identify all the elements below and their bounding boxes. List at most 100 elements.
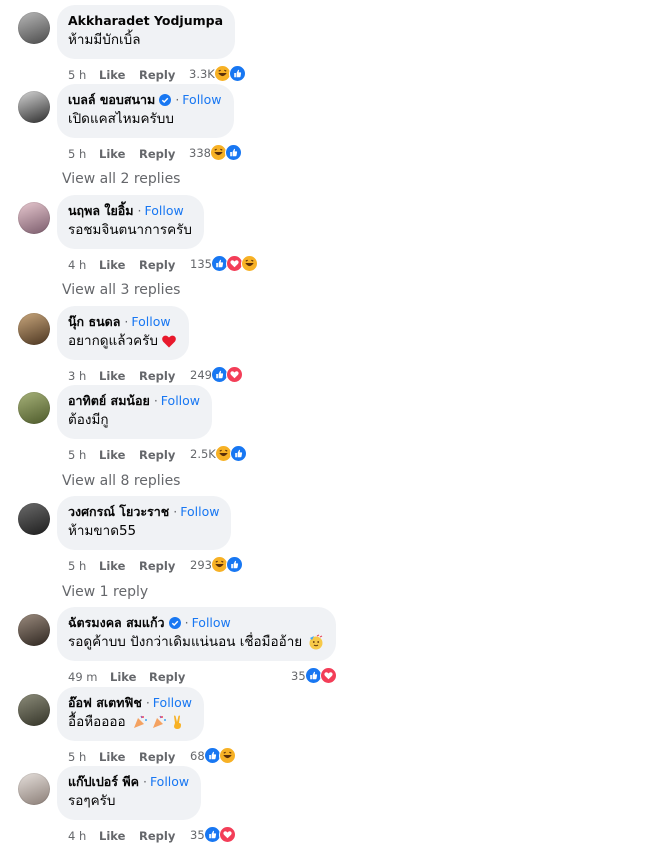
like-button[interactable]: Like xyxy=(110,669,136,685)
avatar[interactable] xyxy=(18,503,50,535)
haha-icon xyxy=(240,255,259,273)
victory-hand-icon xyxy=(170,714,186,730)
like-icon xyxy=(228,65,247,83)
author-name[interactable]: นุ๊ก ธนดล xyxy=(68,314,120,330)
reaction-count: 35 xyxy=(190,828,205,842)
timestamp[interactable]: 5 h xyxy=(68,447,86,463)
comment-text: รอๆครับ xyxy=(68,793,116,809)
reaction-summary[interactable]: 35 xyxy=(190,826,237,844)
like-button[interactable]: Like xyxy=(99,257,125,273)
view-replies-link[interactable]: View all 3 replies xyxy=(62,282,180,298)
reaction-count: 68 xyxy=(190,749,205,763)
timestamp[interactable]: 5 h xyxy=(68,749,86,765)
comment-text: ห้ามมีบักเบิ้ล xyxy=(68,32,141,48)
comment-bubble: อ๊อฟ สเตทฟิช · Follow อื้อหืออออ xyxy=(57,687,205,741)
like-icon xyxy=(229,445,248,463)
reaction-count: 35 xyxy=(291,669,306,683)
reaction-summary[interactable]: 2.5K xyxy=(190,445,248,463)
avatar[interactable] xyxy=(18,773,50,805)
love-icon xyxy=(225,366,244,384)
reaction-count: 249 xyxy=(190,368,212,382)
reaction-summary[interactable]: 338 xyxy=(189,144,243,162)
avatar[interactable] xyxy=(18,313,50,345)
love-icon xyxy=(218,826,237,844)
comment-text: รอดูค้าบบ ปังกว่าเดิมแน่นอน เชื่อมืออ้าย xyxy=(68,634,303,650)
reaction-summary[interactable]: 3.3K xyxy=(189,65,247,83)
reply-button[interactable]: Reply xyxy=(139,146,175,162)
reaction-summary[interactable]: 249 xyxy=(190,366,244,384)
reply-button[interactable]: Reply xyxy=(149,669,185,685)
author-name[interactable]: Akkharadet Yodjumpa xyxy=(68,13,223,29)
like-icon xyxy=(224,144,243,162)
reply-button[interactable]: Reply xyxy=(139,447,175,463)
timestamp[interactable]: 49 m xyxy=(68,669,98,685)
follow-button[interactable]: Follow xyxy=(131,314,170,330)
view-replies-link[interactable]: View all 8 replies xyxy=(62,473,180,489)
avatar[interactable] xyxy=(18,392,50,424)
reply-button[interactable]: Reply xyxy=(139,368,175,384)
reaction-count: 338 xyxy=(189,146,211,160)
follow-button[interactable]: Follow xyxy=(161,393,200,409)
follow-button[interactable]: Follow xyxy=(145,203,184,219)
view-replies-link[interactable]: View all 2 replies xyxy=(62,171,180,187)
like-button[interactable]: Like xyxy=(99,749,125,765)
haha-icon xyxy=(218,747,237,765)
reply-button[interactable]: Reply xyxy=(139,67,175,83)
verified-badge-icon xyxy=(159,94,172,106)
reply-button[interactable]: Reply xyxy=(139,749,175,765)
comment-text: ห้ามขาด55 xyxy=(68,523,137,539)
view-replies-link[interactable]: View 1 reply xyxy=(62,584,148,600)
follow-button[interactable]: Follow xyxy=(180,504,219,520)
follow-button[interactable]: Follow xyxy=(153,695,192,711)
author-name[interactable]: ฉัตรมงคล สมแก้ว xyxy=(68,615,165,631)
reaction-summary[interactable]: 35 xyxy=(291,667,338,685)
follow-button[interactable]: Follow xyxy=(150,774,189,790)
timestamp[interactable]: 5 h xyxy=(68,146,86,162)
avatar[interactable] xyxy=(18,12,50,44)
like-button[interactable]: Like xyxy=(99,146,125,162)
reply-button[interactable]: Reply xyxy=(139,828,175,844)
party-face-icon xyxy=(308,634,324,650)
timestamp[interactable]: 5 h xyxy=(68,67,86,83)
reaction-summary[interactable]: 293 xyxy=(190,556,244,574)
timestamp[interactable]: 5 h xyxy=(68,558,86,574)
comment-bubble: เบลล์ ขอบสนาม · Follow เปิดแคสไหมครับบ xyxy=(57,84,234,138)
author-name[interactable]: นฤพล ใยอิ้ม xyxy=(68,203,134,219)
follow-button[interactable]: Follow xyxy=(182,92,221,108)
author-name[interactable]: อ๊อฟ สเตทฟิช xyxy=(68,695,142,711)
author-name[interactable]: อาทิตย์ สมน้อย xyxy=(68,393,150,409)
reaction-count: 135 xyxy=(190,257,212,271)
author-name[interactable]: วงศกรณ์ โยวะราช xyxy=(68,504,169,520)
comment-bubble: ฉัตรมงคล สมแก้ว · Follow รอดูค้าบบ ปังกว… xyxy=(57,607,337,661)
avatar[interactable] xyxy=(18,91,50,123)
party-popper-icon xyxy=(132,714,148,730)
comment-text: เปิดแคสไหมครับบ xyxy=(68,111,174,127)
love-icon xyxy=(319,667,338,685)
timestamp[interactable]: 3 h xyxy=(68,368,86,384)
comment-text: อื้อหืออออ xyxy=(68,714,126,730)
like-button[interactable]: Like xyxy=(99,828,125,844)
reaction-count: 2.5K xyxy=(190,447,216,461)
author-name[interactable]: เบลล์ ขอบสนาม xyxy=(68,92,155,108)
avatar[interactable] xyxy=(18,694,50,726)
like-button[interactable]: Like xyxy=(99,67,125,83)
reaction-summary[interactable]: 135 xyxy=(190,255,259,273)
like-button[interactable]: Like xyxy=(99,368,125,384)
like-button[interactable]: Like xyxy=(99,558,125,574)
comment-bubble: อาทิตย์ สมน้อย · Follow ต้องมีกู xyxy=(57,385,213,439)
party-popper-icon xyxy=(151,714,167,730)
comment-text: ต้องมีกู xyxy=(68,412,109,428)
timestamp[interactable]: 4 h xyxy=(68,257,86,273)
timestamp[interactable]: 4 h xyxy=(68,828,86,844)
author-name[interactable]: แก๊ปเปอร์ พีค xyxy=(68,774,139,790)
reply-button[interactable]: Reply xyxy=(139,558,175,574)
comment-bubble: Akkharadet Yodjumpa ห้ามมีบักเบิ้ล xyxy=(57,5,236,59)
avatar[interactable] xyxy=(18,614,50,646)
avatar[interactable] xyxy=(18,202,50,234)
reaction-summary[interactable]: 68 xyxy=(190,747,237,765)
follow-button[interactable]: Follow xyxy=(192,615,231,631)
reply-button[interactable]: Reply xyxy=(139,257,175,273)
comment-text: รอชมจินตนาการครับ xyxy=(68,222,192,238)
comment-bubble: วงศกรณ์ โยวะราช · Follow ห้ามขาด55 xyxy=(57,496,232,550)
like-button[interactable]: Like xyxy=(99,447,125,463)
